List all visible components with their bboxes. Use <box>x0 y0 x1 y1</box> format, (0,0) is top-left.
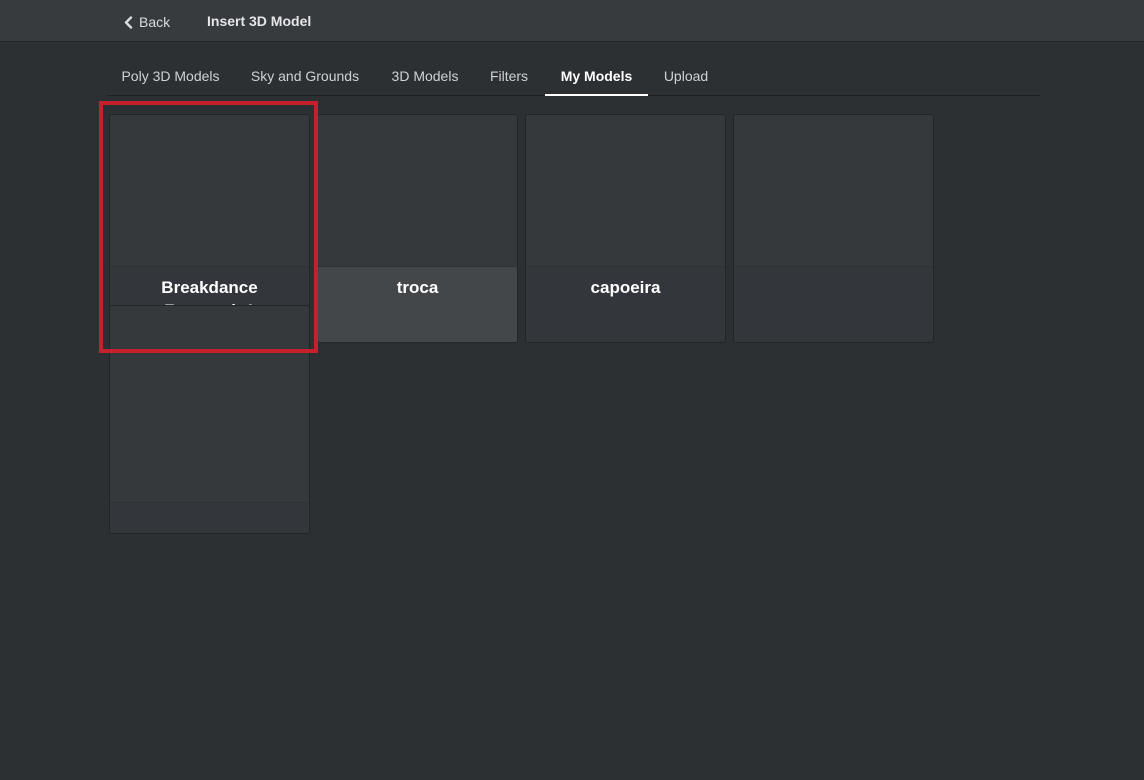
tab-my-models[interactable]: My Models <box>545 58 648 96</box>
page-title: Insert 3D Model <box>207 13 312 29</box>
category-tabs: Poly 3D Models Sky and Grounds 3D Models… <box>107 58 1040 96</box>
model-label-area <box>110 502 309 533</box>
model-thumbnail <box>110 115 309 266</box>
model-card-capoeira[interactable]: capoeira <box>525 114 726 343</box>
tab-poly-3d-models[interactable]: Poly 3D Models <box>107 58 234 96</box>
tab-3d-models[interactable]: 3D Models <box>383 58 467 96</box>
model-thumbnail <box>110 306 309 502</box>
back-button[interactable]: Back <box>124 12 170 32</box>
model-card-empty[interactable] <box>109 305 310 534</box>
tab-filters[interactable]: Filters <box>481 58 537 96</box>
model-thumbnail <box>526 115 725 266</box>
model-thumbnail <box>318 115 517 266</box>
top-bar: Back Insert 3D Model <box>0 0 1144 42</box>
tab-sky-and-grounds[interactable]: Sky and Grounds <box>238 58 372 96</box>
model-thumbnail <box>734 115 933 266</box>
model-label-area <box>734 266 933 342</box>
back-label: Back <box>139 14 171 30</box>
chevron-left-icon <box>124 15 133 29</box>
tab-upload[interactable]: Upload <box>657 58 715 96</box>
model-card-empty[interactable] <box>733 114 934 343</box>
model-name: troca <box>396 278 439 297</box>
model-card-troca[interactable]: troca <box>317 114 518 343</box>
model-name: capoeira <box>590 278 661 297</box>
